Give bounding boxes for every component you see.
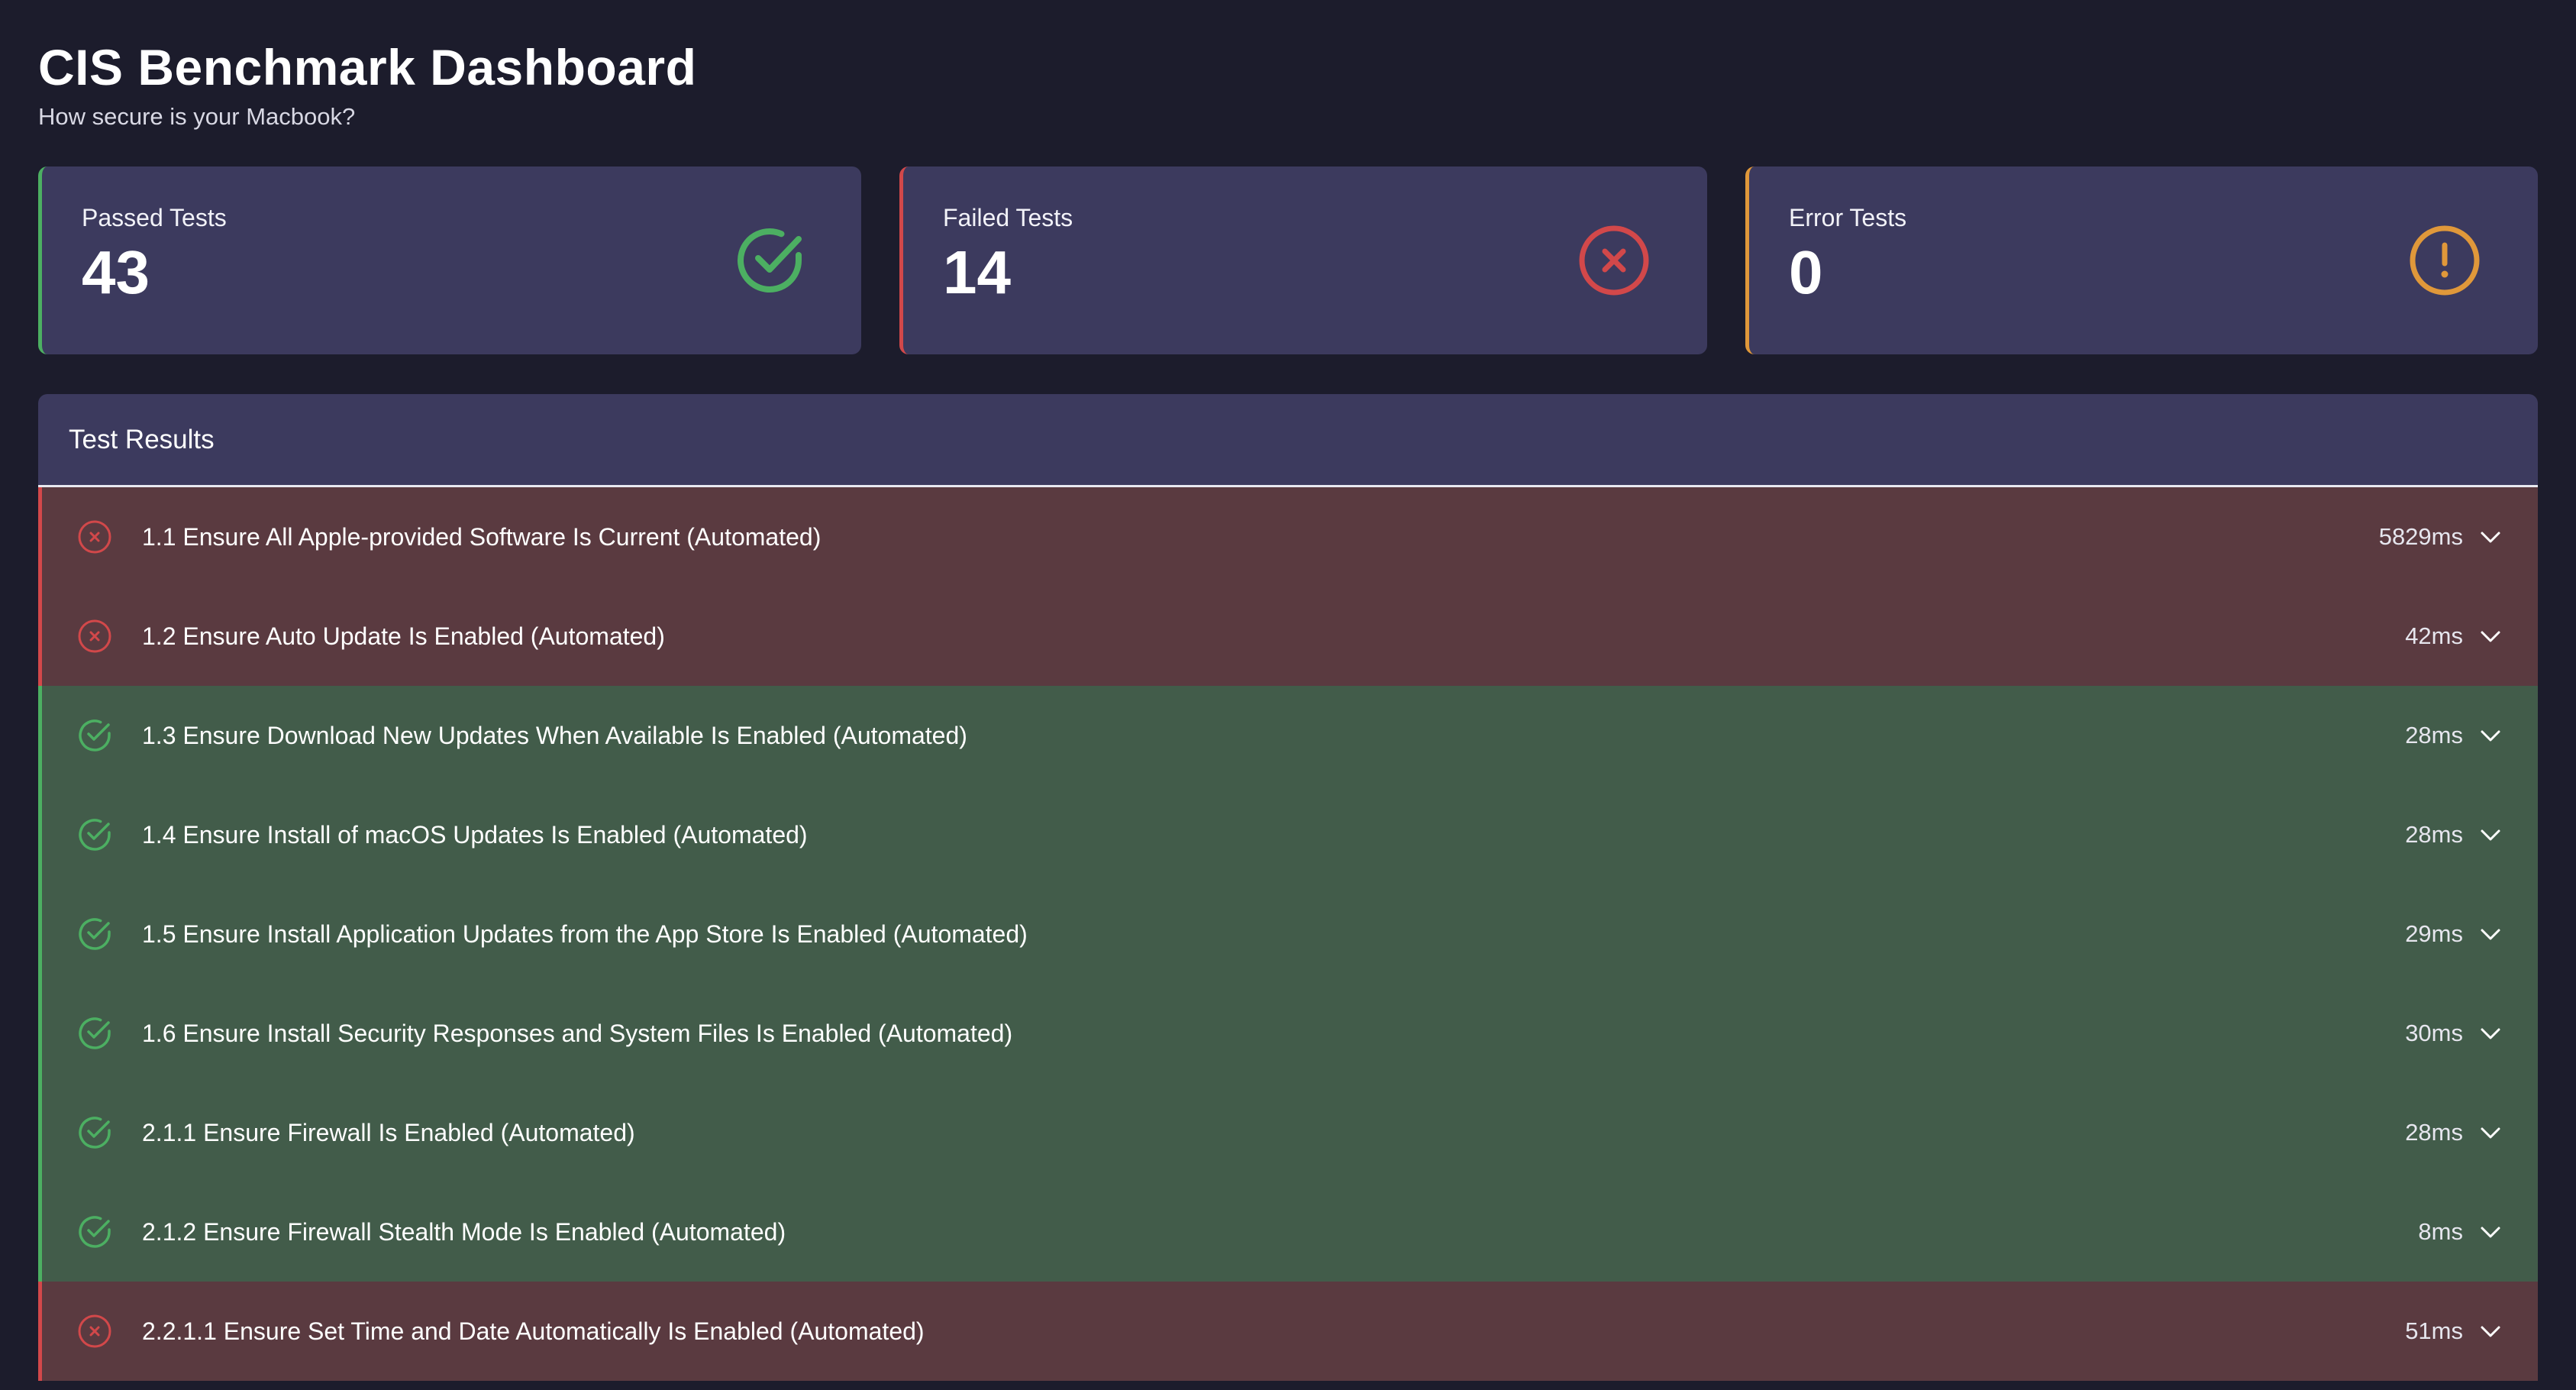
test-duration: 5829ms xyxy=(2378,523,2463,550)
page-subtitle: How secure is your Macbook? xyxy=(38,103,356,130)
test-name: 1.5 Ensure Install Application Updates f… xyxy=(142,920,1028,948)
check-circle-icon xyxy=(79,819,111,851)
summary-cards: Passed Tests 43 Failed Tests 14 Error Te… xyxy=(38,166,2538,354)
test-duration: 28ms xyxy=(2405,722,2463,748)
check-circle-icon xyxy=(79,1017,111,1049)
test-duration: 28ms xyxy=(2405,1119,2463,1146)
test-name: 2.1.1 Ensure Firewall Is Enabled (Automa… xyxy=(142,1118,635,1146)
test-result-row[interactable]: 2.1.1 Ensure Firewall Is Enabled (Automa… xyxy=(38,1083,2538,1182)
chevron-down-icon[interactable] xyxy=(2478,923,2503,947)
check-circle-icon xyxy=(79,918,111,950)
test-result-row[interactable]: 2.2.1.1 Ensure Set Time and Date Automat… xyxy=(38,1282,2538,1381)
check-circle-icon xyxy=(738,228,802,293)
chevron-down-icon[interactable] xyxy=(2478,1220,2503,1245)
test-result-row[interactable]: 2.1.2 Ensure Firewall Stealth Mode Is En… xyxy=(38,1182,2538,1282)
test-name: 1.1 Ensure All Apple-provided Software I… xyxy=(142,522,822,551)
test-result-row[interactable]: 1.3 Ensure Download New Updates When Ava… xyxy=(38,686,2538,785)
test-name: 1.3 Ensure Download New Updates When Ava… xyxy=(142,721,967,749)
test-name: 2.2.1.1 Ensure Set Time and Date Automat… xyxy=(142,1317,925,1345)
test-duration: 51ms xyxy=(2405,1317,2463,1344)
chevron-down-icon[interactable] xyxy=(2478,823,2503,848)
test-results-list: 1.1 Ensure All Apple-provided Software I… xyxy=(38,487,2538,1381)
chevron-down-icon[interactable] xyxy=(2478,1022,2503,1046)
test-name: 1.2 Ensure Auto Update Is Enabled (Autom… xyxy=(142,622,665,650)
test-duration: 8ms xyxy=(2418,1218,2463,1245)
page-title: CIS Benchmark Dashboard xyxy=(38,39,697,95)
test-result-row[interactable]: 1.6 Ensure Install Security Responses an… xyxy=(38,984,2538,1083)
test-name: 1.6 Ensure Install Security Responses an… xyxy=(142,1019,1013,1047)
test-results-title: Test Results xyxy=(38,394,2538,487)
test-result-row[interactable]: 1.4 Ensure Install of macOS Updates Is E… xyxy=(38,785,2538,884)
dashboard-page: CIS Benchmark Dashboard How secure is yo… xyxy=(0,0,2576,1390)
passed-tests-card: Passed Tests 43 xyxy=(38,166,861,354)
test-duration: 28ms xyxy=(2405,821,2463,848)
check-circle-icon xyxy=(79,1117,111,1149)
chevron-down-icon[interactable] xyxy=(2478,724,2503,748)
x-circle-icon xyxy=(78,1314,111,1348)
check-circle-icon xyxy=(79,719,111,752)
test-duration: 42ms xyxy=(2405,622,2463,649)
x-circle-icon xyxy=(78,520,111,554)
test-duration: 30ms xyxy=(2405,1020,2463,1046)
test-name: 1.4 Ensure Install of macOS Updates Is E… xyxy=(142,820,808,849)
test-results-panel: Test Results 1.1 Ensure All Apple-provid… xyxy=(38,394,2538,1381)
test-name: 2.1.2 Ensure Firewall Stealth Mode Is En… xyxy=(142,1217,786,1246)
x-circle-icon xyxy=(1579,225,1649,296)
chevron-down-icon[interactable] xyxy=(2478,1320,2503,1344)
test-result-row[interactable]: 1.2 Ensure Auto Update Is Enabled (Autom… xyxy=(38,587,2538,686)
check-circle-icon xyxy=(79,1216,111,1248)
test-result-row[interactable]: 1.1 Ensure All Apple-provided Software I… xyxy=(38,487,2538,587)
test-duration: 29ms xyxy=(2405,920,2463,947)
chevron-down-icon[interactable] xyxy=(2478,625,2503,649)
chevron-down-icon[interactable] xyxy=(2478,1121,2503,1146)
exclamation-circle-icon xyxy=(2410,225,2480,296)
failed-tests-card: Failed Tests 14 xyxy=(899,166,1707,354)
x-circle-icon xyxy=(78,619,111,653)
error-tests-card: Error Tests 0 xyxy=(1745,166,2538,354)
chevron-down-icon[interactable] xyxy=(2478,525,2503,550)
test-result-row[interactable]: 1.5 Ensure Install Application Updates f… xyxy=(38,884,2538,984)
